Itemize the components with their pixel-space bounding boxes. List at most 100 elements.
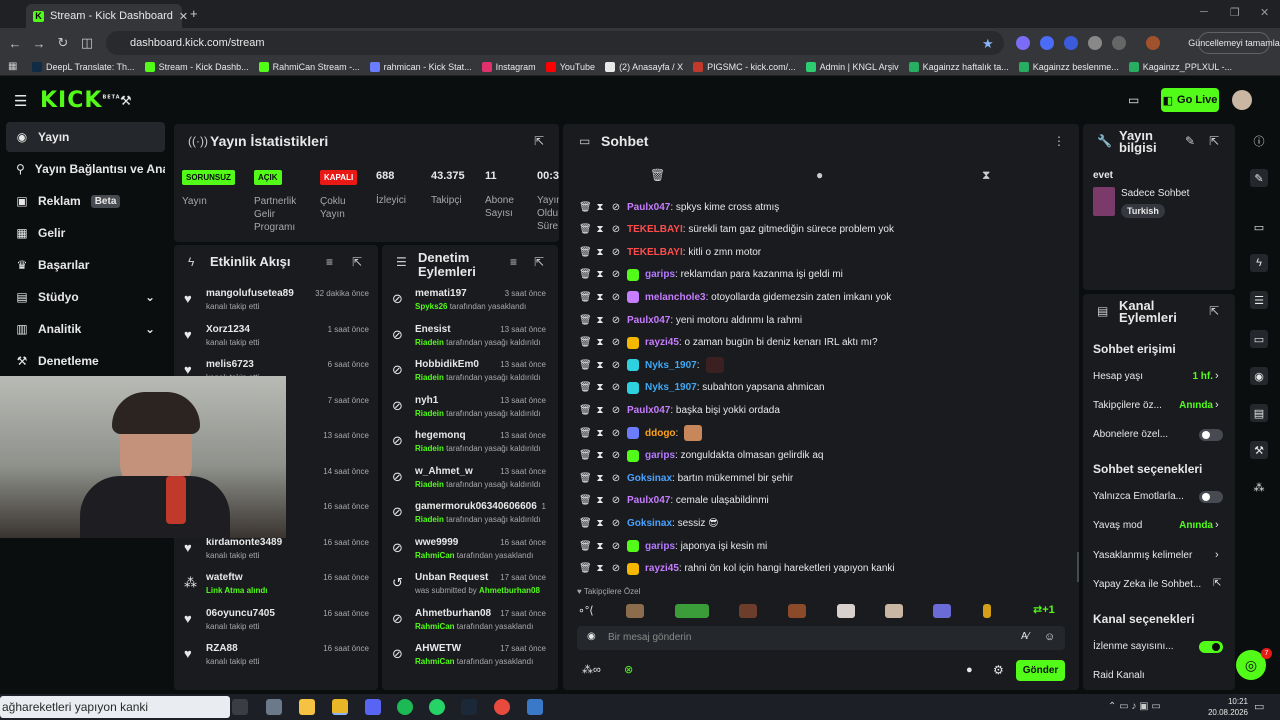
edit-icon[interactable]: ✎ bbox=[1250, 169, 1268, 187]
chat-input[interactable]: ◉ Bir mesaj gönderin A⁄ ☺ bbox=[577, 626, 1065, 650]
delete-message-icon[interactable]: 🗑 bbox=[579, 247, 592, 258]
ban-icon[interactable]: ⊘ bbox=[611, 292, 621, 303]
viewer-count-toggle[interactable] bbox=[1199, 641, 1223, 653]
delete-message-icon[interactable]: 🗑 bbox=[579, 563, 592, 574]
user-avatar[interactable] bbox=[1232, 90, 1252, 110]
points-icon[interactable]: ⁂∞ bbox=[582, 663, 601, 676]
popout-icon[interactable]: ⇱ bbox=[1209, 304, 1219, 318]
chat-username[interactable]: Nyks_1907 bbox=[645, 382, 697, 393]
chat-message[interactable]: 🗑 ⧗ ⊘ garips: reklamdan para kazanma işi ge… bbox=[579, 264, 1059, 286]
ban-icon[interactable]: ⊘ bbox=[611, 269, 621, 280]
bookmark-item[interactable]: Kagainzz_PPLXUL -... bbox=[1128, 61, 1232, 72]
ban-icon[interactable]: ⊘ bbox=[611, 247, 621, 258]
obs-icon[interactable] bbox=[494, 699, 510, 715]
delete-message-icon[interactable]: 🗑 bbox=[579, 315, 592, 326]
edit-icon[interactable]: ✎ bbox=[1185, 134, 1195, 148]
activity-item[interactable]: ⁂ wateftw Link Atma alındı 16 saat önce bbox=[174, 569, 378, 605]
ban-icon[interactable]: ⊘ bbox=[611, 224, 621, 235]
emoji-icon[interactable]: ☺ bbox=[1044, 631, 1055, 643]
chat-bubble-icon[interactable]: ● bbox=[816, 168, 823, 182]
emote-item[interactable] bbox=[675, 604, 709, 618]
delete-message-icon[interactable]: 🗑 bbox=[579, 337, 592, 348]
browser-tab[interactable]: K Stream - Kick Dashboard ✕ bbox=[26, 4, 188, 28]
bookmark-star-icon[interactable]: ★ bbox=[982, 36, 994, 52]
delete-message-icon[interactable]: 🗑 bbox=[579, 269, 592, 280]
chat-message[interactable]: 🗑 ⧗ ⊘ Paulx047: spkys kime cross atmış bbox=[579, 196, 1059, 218]
close-tab-icon[interactable]: ✕ bbox=[179, 10, 188, 23]
chat-message[interactable]: 🗑 ⧗ ⊘ Nyks_1907: bbox=[579, 354, 1059, 376]
filter-icon[interactable]: ≡ bbox=[510, 255, 517, 269]
kick-points-icon[interactable]: ⊗ bbox=[624, 663, 633, 676]
delete-message-icon[interactable]: 🗑 bbox=[579, 292, 592, 303]
spotify-icon[interactable] bbox=[397, 699, 413, 715]
timeout-icon[interactable]: ⧗ bbox=[595, 292, 605, 303]
chat-message[interactable]: 🗑 ⧗ ⊘ rayzi45: o zaman bugün bi deniz kenar… bbox=[579, 332, 1059, 354]
chat-message[interactable]: 🗑 ⧗ ⊘ Paulx047: başka bişi yokki ordada bbox=[579, 399, 1059, 421]
activity-item[interactable]: ♥ kirdamonte3489 kanalı takip etti 16 saat … bbox=[174, 534, 378, 570]
moderation-item[interactable]: ⊘ HobbidikEm0 Riadein tarafından yasağı ka… bbox=[382, 356, 554, 392]
delete-message-icon[interactable]: 🗑 bbox=[579, 405, 592, 416]
profile-avatar[interactable] bbox=[1146, 36, 1160, 50]
chat-username[interactable]: Paulx047 bbox=[627, 315, 670, 326]
ban-icon[interactable]: ⊘ bbox=[611, 495, 621, 506]
chevron-right-icon[interactable]: › bbox=[1215, 399, 1219, 411]
emote-item[interactable] bbox=[788, 604, 806, 618]
chevron-right-icon[interactable]: › bbox=[1215, 370, 1219, 382]
chat-username[interactable]: garips bbox=[645, 269, 675, 280]
go-live-button[interactable]: ◧ Go Live bbox=[1161, 88, 1219, 112]
ban-icon[interactable]: ⊘ bbox=[611, 315, 621, 326]
chat-mode-icon[interactable]: ◉ bbox=[587, 631, 596, 642]
moderation-item[interactable]: ⊘ Ahmetburhan08 RahmiCan tarafından yasakl… bbox=[382, 605, 554, 641]
chat-bubble-icon[interactable]: ● bbox=[966, 664, 973, 676]
chat-message[interactable]: 🗑 ⧗ ⊘ TEKELBAYI: kitli o zmn motor bbox=[579, 241, 1059, 263]
delete-message-icon[interactable]: 🗑 bbox=[579, 382, 592, 393]
shield-extension-icon[interactable] bbox=[1088, 36, 1102, 50]
extension-icon[interactable] bbox=[1016, 36, 1030, 50]
chat-username[interactable]: Goksinax bbox=[627, 473, 672, 484]
bookmark-item[interactable]: Stream - Kick Dashb... bbox=[144, 61, 249, 72]
moderation-item[interactable]: ↺ Unban Request was submitted by Ahmetburh… bbox=[382, 569, 554, 605]
sidebar-item-basarilar[interactable]: ♛ Başarılar bbox=[6, 250, 165, 280]
chat-username[interactable]: Goksinax bbox=[627, 518, 672, 529]
clock[interactable]: 10:21 20.08.2026 bbox=[1204, 696, 1248, 718]
forward-icon[interactable]: → bbox=[30, 34, 48, 52]
notification-center-icon[interactable]: ▭ bbox=[1254, 700, 1264, 713]
timeout-icon[interactable]: ⧗ bbox=[595, 428, 605, 439]
chat-message[interactable]: 🗑 ⧗ ⊘ garips: japonya işi kesin mi bbox=[579, 535, 1059, 557]
chevron-right-icon[interactable]: › bbox=[1215, 519, 1219, 531]
ban-icon[interactable]: ⊘ bbox=[611, 518, 621, 529]
timeout-icon[interactable]: ⧗ bbox=[595, 563, 605, 574]
emote-item[interactable] bbox=[885, 604, 903, 618]
timeout-icon[interactable]: ⧗ bbox=[595, 315, 605, 326]
ban-icon[interactable]: ⊘ bbox=[611, 428, 621, 439]
external-link-icon[interactable]: ⇱ bbox=[1213, 578, 1221, 589]
moderation-item[interactable]: ⊘ memati197 Spyks26 tarafından yasaklandı 3… bbox=[382, 285, 554, 321]
banned-words-setting[interactable]: Yasaklanmış kelimeler bbox=[1093, 545, 1223, 565]
chat-username[interactable]: garips bbox=[645, 541, 675, 552]
sidebar-item-analitik[interactable]: ▥ Analitik ⌄ bbox=[6, 314, 165, 344]
chat-username[interactable]: rayzi45 bbox=[645, 337, 679, 348]
task-view-icon[interactable] bbox=[232, 699, 248, 715]
emote-scroll-icon[interactable]: ∘°⟨ bbox=[578, 604, 594, 617]
whatsapp-icon[interactable] bbox=[429, 699, 445, 715]
timeout-icon[interactable]: ⧗ bbox=[595, 269, 605, 280]
emote-item[interactable] bbox=[983, 604, 991, 618]
apps-grid-icon[interactable]: ▦ bbox=[8, 61, 17, 72]
emote-item[interactable] bbox=[933, 604, 951, 618]
bookmark-item[interactable]: YouTube bbox=[545, 61, 595, 72]
timeout-icon[interactable]: ⧗ bbox=[595, 450, 605, 461]
chat-message[interactable]: 🗑 ⧗ ⊘ Paulx047: yeni motoru aldınmı la rahm… bbox=[579, 309, 1059, 331]
chevron-right-icon[interactable]: › bbox=[1215, 549, 1219, 561]
timeout-icon[interactable]: ⧗ bbox=[595, 337, 605, 348]
ban-icon[interactable]: ⊘ bbox=[611, 360, 621, 371]
chat-username[interactable]: Nyks_1907 bbox=[645, 360, 697, 371]
wallet-icon[interactable]: ▭ bbox=[1250, 218, 1268, 236]
timeout-icon[interactable]: ⧗ bbox=[595, 224, 605, 235]
wrench-icon[interactable]: ⚒ bbox=[1250, 441, 1268, 459]
broadcast-icon[interactable]: ◉ bbox=[1250, 367, 1268, 385]
chat-username[interactable]: Paulx047 bbox=[627, 202, 670, 213]
chat-username[interactable]: Paulx047 bbox=[627, 495, 670, 506]
menu-icon[interactable]: ☰ bbox=[14, 92, 27, 110]
ban-icon[interactable]: ⊘ bbox=[611, 563, 621, 574]
chat-message[interactable]: 🗑 ⧗ ⊘ melanchole3: otoyollarda gidemezsin z… bbox=[579, 286, 1059, 308]
